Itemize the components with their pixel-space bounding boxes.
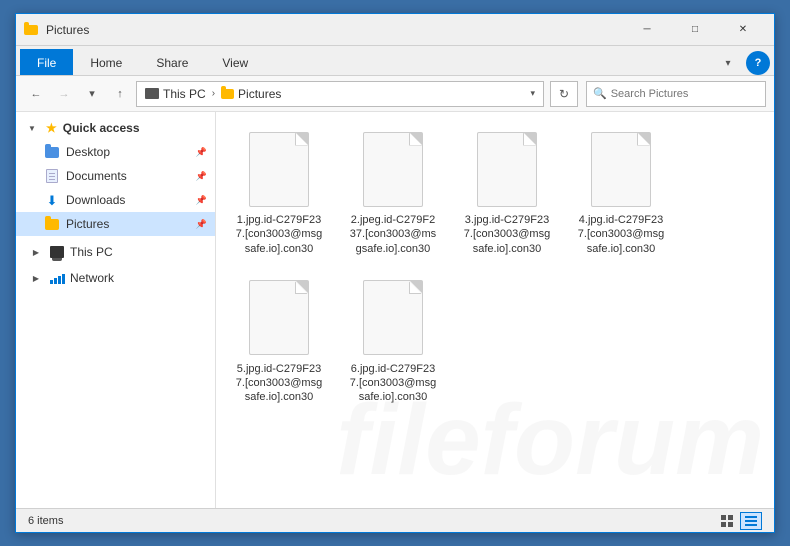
back-button[interactable]: ← [24, 82, 48, 106]
tab-home[interactable]: Home [73, 49, 139, 75]
sidebar-label-desktop: Desktop [66, 145, 110, 159]
desktop-folder-icon [44, 145, 60, 159]
pc-expand-icon: ▶ [28, 245, 44, 259]
file-item-6[interactable]: 6.jpg.id-C279F237.[con3003@msgsafe.io].c… [338, 269, 448, 414]
network-expand-icon: ▶ [28, 271, 44, 285]
tab-share[interactable]: Share [139, 49, 205, 75]
window-title: Pictures [46, 23, 624, 37]
file-5-name: 5.jpg.id-C279F237.[con3003@msgsafe.io].c… [236, 362, 322, 405]
file-grid: fileforum 1.jpg.id-C279F237.[con3003@msg… [216, 112, 774, 508]
sidebar-item-downloads[interactable]: ⬇ Downloads 📌 [16, 188, 215, 212]
forward-button[interactable]: → [52, 82, 76, 106]
list-view-button[interactable] [740, 512, 762, 530]
list-view-icon [744, 514, 758, 528]
address-bar[interactable]: This PC › Pictures ▾ [136, 81, 544, 107]
file-item-2[interactable]: 2.jpeg.id-C279F237.[con3003@msgsafe.io].… [338, 120, 448, 265]
recent-locations-button[interactable]: ▾ [80, 82, 104, 106]
breadcrumb-separator-1: › [212, 88, 215, 99]
tab-file[interactable]: File [20, 49, 73, 75]
file-3-name: 3.jpg.id-C279F237.[con3003@msgsafe.io].c… [464, 213, 550, 256]
window-controls: ─ □ ✕ [624, 14, 766, 46]
network-icon [50, 272, 64, 284]
file-1-icon [244, 129, 314, 209]
file-item-1[interactable]: 1.jpg.id-C279F237.[con3003@msgsafe.io].c… [224, 120, 334, 265]
star-icon: ★ [46, 121, 57, 135]
sidebar-item-desktop[interactable]: Desktop 📌 [16, 140, 215, 164]
file-6-name: 6.jpg.id-C279F237.[con3003@msgsafe.io].c… [350, 362, 436, 405]
sidebar-label-this-pc: This PC [70, 245, 113, 259]
search-icon: 🔍 [593, 87, 607, 100]
ribbon-tabs: File Home Share View ▾ ? [16, 46, 774, 76]
file-4-name: 4.jpg.id-C279F237.[con3003@msgsafe.io].c… [578, 213, 664, 256]
sidebar-label-pictures: Pictures [66, 217, 109, 231]
documents-pin-icon: 📌 [196, 171, 207, 182]
address-chevron-icon: ▾ [530, 88, 535, 99]
documents-icon [44, 169, 60, 183]
file-1-name: 1.jpg.id-C279F237.[con3003@msgsafe.io].c… [236, 213, 322, 256]
sidebar-item-documents[interactable]: Documents 📌 [16, 164, 215, 188]
sidebar-label-documents: Documents [66, 169, 127, 183]
sidebar-item-this-pc[interactable]: ▶ This PC [16, 240, 215, 264]
navigation-bar: ← → ▾ ↑ This PC › Pictures ▾ ↻ 🔍 [16, 76, 774, 112]
pictures-folder-icon [44, 217, 60, 231]
file-4-icon [586, 129, 656, 209]
minimize-button[interactable]: ─ [624, 14, 670, 46]
sidebar-label-network: Network [70, 271, 114, 285]
sidebar-label-quick-access: Quick access [63, 121, 140, 135]
downloads-pin-icon: 📌 [196, 195, 207, 206]
up-button[interactable]: ↑ [108, 82, 132, 106]
grid-view-button[interactable] [716, 512, 738, 530]
file-6-icon [358, 278, 428, 358]
file-item-4[interactable]: 4.jpg.id-C279F237.[con3003@msgsafe.io].c… [566, 120, 676, 265]
file-5-icon [244, 278, 314, 358]
grid-view-icon [720, 514, 734, 528]
explorer-window: Pictures ─ □ ✕ File Home Share View ▾ ? … [15, 13, 775, 533]
main-content: ▼ ★ Quick access Desktop 📌 Documents 📌 [16, 112, 774, 508]
sidebar-item-pictures[interactable]: Pictures 📌 [16, 212, 215, 236]
pictures-pin-icon: 📌 [196, 219, 207, 230]
file-item-5[interactable]: 5.jpg.id-C279F237.[con3003@msgsafe.io].c… [224, 269, 334, 414]
breadcrumb-pictures: Pictures [221, 87, 281, 101]
sidebar-item-network[interactable]: ▶ Network [16, 266, 215, 290]
search-bar[interactable]: 🔍 [586, 81, 766, 107]
tab-view[interactable]: View [205, 49, 265, 75]
file-2-name: 2.jpeg.id-C279F237.[con3003@msgsafe.io].… [350, 213, 436, 256]
file-2-icon [358, 129, 428, 209]
close-button[interactable]: ✕ [720, 14, 766, 46]
sidebar-label-downloads: Downloads [66, 193, 125, 207]
downloads-icon: ⬇ [44, 193, 60, 207]
file-item-3[interactable]: 3.jpg.id-C279F237.[con3003@msgsafe.io].c… [452, 120, 562, 265]
ribbon-collapse-button[interactable]: ▾ [714, 53, 742, 73]
file-3-icon [472, 129, 542, 209]
refresh-button[interactable]: ↻ [550, 81, 578, 107]
desktop-pin-icon: 📌 [196, 147, 207, 158]
item-count-label: 6 items [28, 515, 63, 527]
title-bar: Pictures ─ □ ✕ [16, 14, 774, 46]
status-bar: 6 items [16, 508, 774, 532]
view-controls [716, 512, 762, 530]
sidebar: ▼ ★ Quick access Desktop 📌 Documents 📌 [16, 112, 216, 508]
maximize-button[interactable]: □ [672, 14, 718, 46]
help-button[interactable]: ? [746, 51, 770, 75]
quick-access-expand-icon: ▼ [24, 121, 40, 135]
computer-icon [50, 246, 64, 258]
breadcrumb-thispc: This PC [145, 87, 206, 101]
ribbon-expand-area: ▾ ? [714, 51, 770, 75]
sidebar-section-quick-access: ▼ ★ Quick access [16, 116, 215, 140]
title-bar-icon-area [24, 25, 38, 35]
search-input[interactable] [611, 88, 759, 100]
